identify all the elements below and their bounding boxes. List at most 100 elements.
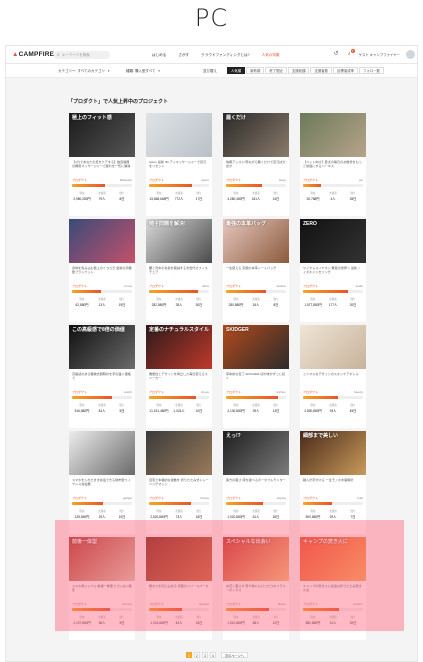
project-category[interactable]: プロダクト [72, 496, 87, 500]
project-card[interactable]: ZERO ワイヤレスイヤホン 無音の世界へ 最新ノイズキャンセリングプロダクト au… [300, 219, 366, 322]
project-category[interactable]: プロダクト [226, 390, 241, 394]
type-select[interactable]: 種類: 購入型すべて ▼ [126, 68, 161, 74]
project-category[interactable]: プロダクト [303, 178, 318, 182]
project-thumbnail[interactable]: 細部まで美しい [300, 431, 366, 475]
page-link[interactable]: 2 [194, 652, 200, 658]
project-owner[interactable]: audio [356, 284, 363, 288]
page-link[interactable]: 3 [202, 652, 208, 658]
project-owner[interactable]: fitness [200, 496, 209, 500]
nav-start[interactable]: はじめる [152, 53, 166, 58]
tab-backers[interactable]: 支援者数 [310, 67, 333, 74]
project-owner[interactable]: sleep [279, 178, 286, 182]
nav-about[interactable]: クラウドファンディングとは? [201, 53, 249, 58]
tab-amount[interactable]: 支援総額 [287, 67, 310, 74]
page-link[interactable]: 1 [186, 652, 192, 658]
project-title[interactable]: ワイヤレスイヤホン 無音の世界へ 最新ノイズキャンセリング [303, 266, 363, 280]
search-box[interactable]: ⌕ キーワードを検索 [54, 51, 110, 59]
project-card[interactable]: 極上のフィット感【1分であなたの足をケアする】独自開発の脚用マッサージャーで疲れ… [69, 113, 135, 216]
project-thumbnail[interactable]: 最強の本革バッグ [223, 219, 289, 263]
project-card[interactable]: 椅子問題を解決! 腰と背中の負担を軽減する次世代オフィスチェアプロダクト offic… [146, 219, 212, 322]
project-title[interactable]: 【1分であなたの足をケアする】独自開発の脚用マッサージャーで疲れを一気に解消 [72, 160, 132, 174]
project-thumbnail[interactable]: えっ!? [223, 431, 289, 475]
project-title[interactable]: 職人が手がける 一生モノの木製時計 [303, 478, 363, 492]
project-thumbnail[interactable] [146, 113, 212, 157]
project-title[interactable]: 【ペット向け】愛犬の毎日のお散歩をもっと快適にするハーネス [303, 160, 363, 174]
project-title[interactable]: 高級感のある機械式腕時計を手の届く価格で [72, 372, 132, 386]
project-thumbnail[interactable]: この高級感で8倍の価値 [69, 325, 135, 369]
project-card[interactable]: 細部まで美しい 職人が手がける 一生モノの木製時計 プロダクト craft 現在 500,… [300, 431, 366, 534]
project-category[interactable]: プロダクト [303, 284, 318, 288]
project-category[interactable]: プロダクト [226, 178, 241, 182]
project-card[interactable]: 最強の本革バッグ 一生使える 究極の本革トートバッグ プロダクト leather 現在 2… [223, 219, 289, 322]
tab-new[interactable]: 新着順 [246, 67, 265, 74]
project-card[interactable]: 履くだけ 快眠アシスト!寝ながら履くだけで足元ぽかぽか プロダクト sleep 現在 4,… [223, 113, 289, 216]
project-owner[interactable]: apure [201, 178, 209, 182]
project-thumbnail[interactable]: 履くだけ [223, 113, 289, 157]
project-thumbnail[interactable]: SKIDGER [223, 325, 289, 369]
history-icon[interactable]: ↺ [333, 51, 340, 58]
project-title[interactable]: 一生使える 究極の本革トートバッグ [226, 266, 286, 280]
project-card[interactable]: 身体を包み込む極上のくつろぎ 最新の高機能ブランケット プロダクト home 現在 62… [69, 219, 135, 322]
tab-rate[interactable]: 目標達成率 [333, 67, 358, 74]
project-category[interactable]: プロダクト [149, 178, 164, 182]
project-owner[interactable]: watch [124, 390, 132, 394]
project-card[interactable]: スマホを入れたまま充電できる財布型ワイヤレス充電器 プロダクト gadget 現在 12… [69, 431, 135, 534]
tab-ending[interactable]: 終了間近 [265, 67, 287, 74]
project-category[interactable]: プロダクト [303, 496, 318, 500]
project-title[interactable]: ミニマルなデザインのスキンケアボトル [303, 372, 363, 386]
project-thumbnail[interactable]: 極上のフィット感 [69, 113, 135, 157]
project-thumbnail[interactable] [69, 431, 135, 475]
project-category[interactable]: プロダクト [72, 284, 87, 288]
project-owner[interactable]: craft [357, 496, 363, 500]
project-category[interactable]: プロダクト [149, 390, 164, 394]
project-card[interactable]: SKIDGER 革命的な包丁 SKIDGER 切れ味がずっと続くプロダクト kitc… [223, 325, 289, 428]
bell-icon[interactable]: ♪ 3 [346, 49, 355, 58]
page-link[interactable]: 4 [210, 652, 216, 658]
project-owner[interactable]: pet [359, 178, 363, 182]
project-card[interactable]: 【ペット向け】愛犬の毎日のお散歩をもっと快適にするハーネス プロダクト pet 現在 2… [300, 113, 366, 216]
project-thumbnail[interactable]: ZERO [300, 219, 366, 263]
project-owner[interactable]: shoes [201, 390, 209, 394]
project-title[interactable]: 革命的な包丁 SKIDGER 切れ味がずっと続く [226, 372, 286, 386]
site-logo[interactable]: ▲CAMPFIRE [12, 51, 54, 58]
project-title[interactable]: apure 最新 3D アイマッサージャーで目元をリセット [149, 160, 209, 174]
project-thumbnail[interactable] [146, 431, 212, 475]
project-title[interactable]: 自宅で本格的な運動を 折りたたみ式トレーニングマシン [149, 478, 209, 492]
project-title[interactable]: 機能性とデザインを両立した毎日使えるスニーカー [149, 372, 209, 386]
tab-popular[interactable]: 人気順 [227, 67, 246, 74]
project-category[interactable]: プロダクト [226, 284, 241, 288]
avatar[interactable] [406, 50, 415, 59]
project-title[interactable]: 快眠アシスト!寝ながら履くだけで足元ぽかぽか [226, 160, 286, 174]
project-owner[interactable]: home [124, 284, 132, 288]
project-title[interactable]: 身体を包み込む極上のくつろぎ 最新の高機能ブランケット [72, 266, 132, 280]
project-category[interactable]: プロダクト [149, 284, 164, 288]
project-thumbnail[interactable] [300, 113, 366, 157]
nav-feature[interactable]: 人気の特集 [262, 53, 280, 58]
project-thumbnail[interactable]: 椅子問題を解決! [146, 219, 212, 263]
project-thumbnail[interactable] [69, 219, 135, 263]
project-card[interactable]: この高級感で8倍の価値高級感のある機械式腕時計を手の届く価格でプロダクト watc… [69, 325, 135, 428]
project-category[interactable]: プロダクト [149, 496, 164, 500]
project-owner[interactable]: kitchen [276, 390, 286, 394]
project-thumbnail[interactable] [300, 325, 366, 369]
project-owner[interactable]: display [277, 496, 286, 500]
nav-search[interactable]: さがす [178, 53, 189, 58]
project-card[interactable]: apure 最新 3D アイマッサージャーで目元をリセット プロダクト apure 現… [146, 113, 212, 216]
user-name[interactable]: ゲスト キャンプファイヤー [359, 52, 400, 57]
project-category[interactable]: プロダクト [226, 496, 241, 500]
project-category[interactable]: プロダクト [303, 390, 318, 394]
project-card[interactable]: 自宅で本格的な運動を 折りたたみ式トレーニングマシン プロダクト fitness 現在… [146, 431, 212, 534]
category-select[interactable]: カテゴリー: すべてのカテゴリ ▼ [58, 68, 110, 74]
project-owner[interactable]: Makuake [120, 178, 132, 182]
project-owner[interactable]: gadget [123, 496, 132, 500]
project-thumbnail[interactable]: 定番のナチュラルスタイル [146, 325, 212, 369]
project-card[interactable]: 定番のナチュラルスタイル機能性とデザインを両立した毎日使えるスニーカープロダクト… [146, 325, 212, 428]
project-owner[interactable]: leather [277, 284, 286, 288]
project-owner[interactable]: office [202, 284, 209, 288]
project-category[interactable]: プロダクト [72, 390, 87, 394]
project-owner[interactable]: beauty [354, 390, 363, 394]
project-card[interactable]: えっ!? 驚きの軽さ 持ち運べるポータブルモニター プロダクト display 現在 1,… [223, 431, 289, 534]
project-category[interactable]: プロダクト [72, 178, 87, 182]
next-page-button[interactable]: 次のページへ [221, 652, 249, 658]
project-title[interactable]: 腰と背中の負担を軽減する次世代オフィスチェア [149, 266, 209, 280]
